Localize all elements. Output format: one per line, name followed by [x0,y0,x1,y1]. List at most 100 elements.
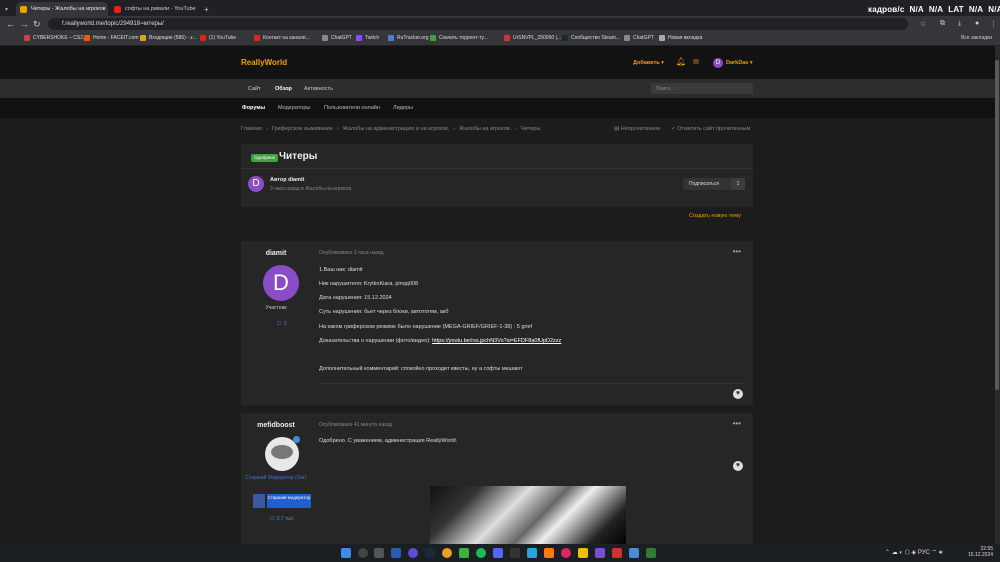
breadcrumb-item[interactable]: Жалобы на игроков. [459,126,511,132]
site-logo[interactable]: ReallyWorld [241,58,287,67]
app-icon[interactable] [595,548,605,558]
discord-icon[interactable] [493,548,503,558]
app-icon[interactable] [408,548,418,558]
spotify-icon[interactable] [476,548,486,558]
url-input[interactable]: f.reallyworld.me/topic/294918-читеры/ [48,18,908,30]
avatar[interactable]: D [263,265,299,301]
subscribe-button[interactable]: Подписаться 1 [683,178,745,190]
start-icon[interactable] [341,548,351,558]
nav-leaders[interactable]: Лидеры [393,105,413,111]
telegram-icon[interactable] [527,548,537,558]
post-date[interactable]: Опубликовано 41 минута назад [319,422,392,428]
bookmark-item[interactable]: Сообщество Steam... [562,35,620,41]
download-icon[interactable]: ⤓ [958,20,961,28]
app-icon[interactable] [578,548,588,558]
bookmark-favicon-icon [430,35,436,41]
breadcrumb-item[interactable]: Жалобы на администрацию и на игроков. [343,126,450,132]
add-dropdown[interactable]: Добавить ▾ [633,60,664,66]
bookmark-label: Входящие (586) - z... [149,35,197,41]
search-icon[interactable] [358,548,368,558]
clock[interactable]: 22:55 15.12.2024 [968,546,993,558]
bookmark-item[interactable]: (1) YouTube [200,35,236,41]
forward-icon[interactable]: → [20,19,29,29]
new-topic-link[interactable]: Создать новую тему [689,213,741,219]
bookmark-item[interactable]: ChatGPT [322,35,352,41]
post-line: Дата нарушения: 15.12.2024 [319,295,392,301]
menu-icon[interactable]: ⋮ [990,20,997,28]
close-tab-icon[interactable]: ✕ [196,6,201,13]
divider [319,383,745,384]
bookmark-item[interactable]: RuTracker.org [388,35,429,41]
reputation: 💬︎ 3,7 тыс [269,516,293,522]
proof-link[interactable]: https://youtu.be/rss.jpchN3Vs?si=EFDF8a0… [432,338,561,344]
app-icon[interactable] [629,548,639,558]
nav-activity[interactable]: Активность [304,86,333,92]
post-image[interactable] [430,486,626,544]
extensions-icon[interactable]: ⧉ [940,20,945,28]
app-icon[interactable] [544,548,554,558]
chat-bubble-icon: 💬︎ [269,516,276,522]
app-icon[interactable] [646,548,656,558]
nav-online-users[interactable]: Пользователи онлайн [324,105,380,111]
unread-link[interactable]: ▤ Непрочитанное [614,126,660,132]
tab-active[interactable]: Читеры - Жалобы на игроков ✕ [16,2,108,16]
back-icon[interactable]: ← [6,19,15,29]
app-icon[interactable] [612,548,622,558]
system-tray[interactable]: ⌃ ☁ ◐ ⬡ ◈ РУС ⌔ 🔊︎ [885,548,943,557]
new-tab-button[interactable]: + [202,2,212,16]
nav-overview[interactable]: Обзор [275,86,292,92]
profile-icon[interactable]: ● [975,20,979,27]
bookmark-item[interactable]: Контакт на канале... [254,35,310,41]
nav-forums[interactable]: Форумы [242,105,265,111]
date: 15.12.2024 [968,552,994,558]
bookmark-item[interactable]: Новая вкладка [659,35,702,41]
bookmark-item[interactable]: Входящие (586) - z... [140,35,197,41]
close-tab-icon[interactable]: ✕ [106,6,108,13]
tab-youtube[interactable]: софты на ривали - YouTube ✕ [110,2,200,16]
post-author-name[interactable]: diamit [241,250,311,257]
user-avatar[interactable]: D [713,58,723,68]
post-author-name[interactable]: mefidboost [241,422,311,429]
more-options-icon[interactable]: ••• [733,419,741,428]
avatar[interactable]: D [248,176,264,192]
bell-icon[interactable]: 🔔︎ [676,57,686,66]
bookmark-item[interactable]: Twitch [356,35,379,41]
bookmark-item[interactable]: ChatGPT [624,35,654,41]
mark-read-link[interactable]: ✓ Отметить сайт прочитанным [671,126,750,132]
mail-icon[interactable]: ✉ [693,58,699,66]
language-indicator[interactable]: РУС [918,550,930,556]
breadcrumb-item[interactable]: Главная [241,126,262,132]
scrollbar-thumb[interactable] [995,60,999,390]
more-options-icon[interactable]: ••• [733,247,741,256]
tab-search-icon[interactable]: ▾ [4,2,12,16]
like-icon[interactable]: ♥ [733,389,743,399]
app-icon[interactable] [459,548,469,558]
steam-icon[interactable] [425,548,435,558]
bookmark-item[interactable]: Home - FACEIT.com [84,35,139,41]
topic-author[interactable]: Автор diamit [270,177,304,183]
app-icon[interactable] [510,548,520,558]
app-icon[interactable] [391,548,401,558]
bookmark-item[interactable]: CYBERSHOKE – CS2... [24,35,87,41]
app-icon[interactable] [561,548,571,558]
bookmark-item[interactable]: Скачать торрент-ту... [430,35,488,41]
task-view-icon[interactable] [374,548,384,558]
status-badge: Одобрено [251,154,279,162]
breadcrumb-item[interactable]: Гриферское выживание [272,126,333,132]
user-menu[interactable]: DarkDas ▾ [726,60,753,66]
breadcrumb-item[interactable]: Читеры [521,126,540,132]
nav-moderators[interactable]: Модераторы [278,105,310,111]
bookmark-label: ChatGPT [331,35,352,41]
bookmark-favicon-icon [659,35,665,41]
all-bookmarks-button[interactable]: Все закладки [961,35,992,41]
bookmark-item[interactable]: UrSNVPL_250050 |... [504,35,561,41]
nav-site[interactable]: Сайт [248,86,261,92]
site-header: ReallyWorld Добавить ▾ 🔔︎ ✉ D DarkDas ▾ [0,46,998,79]
reload-icon[interactable]: ↻ [33,19,41,30]
search-input[interactable]: Поиск... [651,83,753,94]
like-icon[interactable]: ♥ [733,461,743,471]
post: diamit D Участник 💬︎ 3 Опубликовано 3 ча… [241,241,753,405]
chrome-icon[interactable] [442,548,452,558]
post-date[interactable]: Опубликовано 3 часа назад [319,250,384,256]
bookmark-star-icon[interactable]: ☆ [920,20,926,28]
